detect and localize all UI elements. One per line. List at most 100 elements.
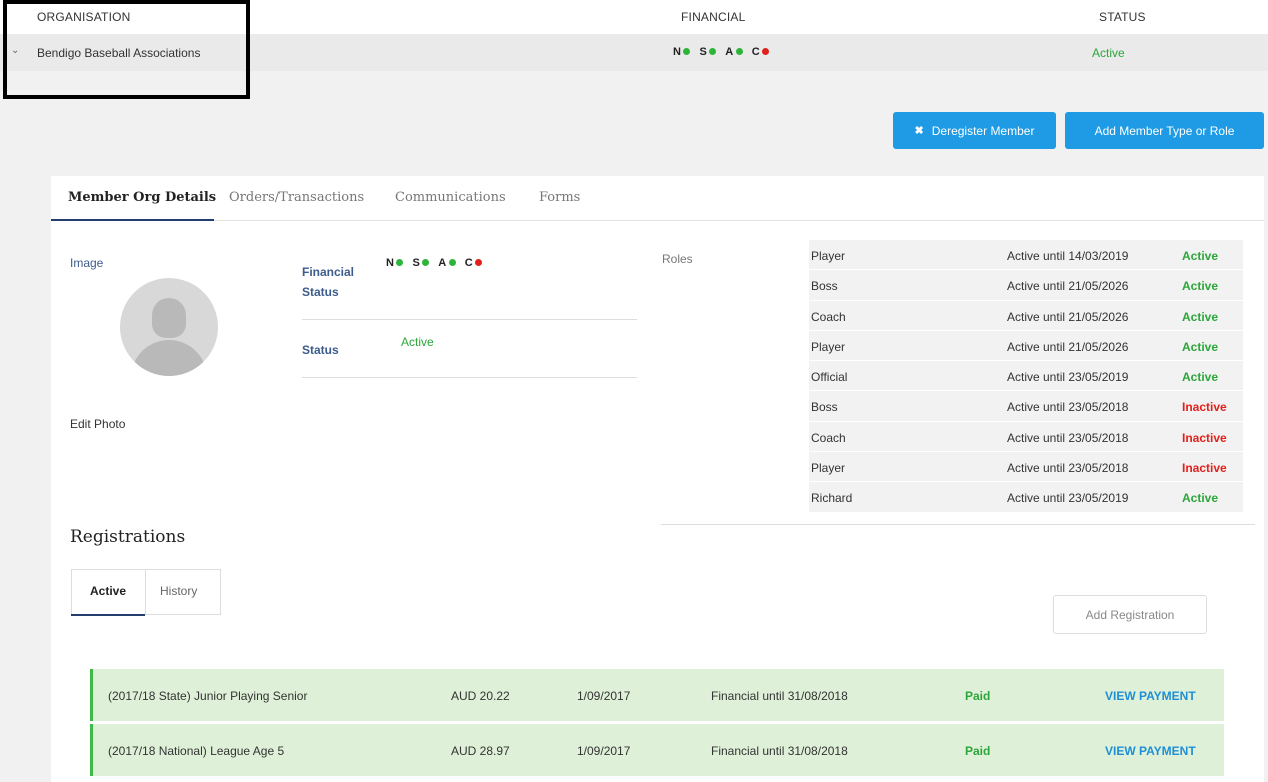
registration-financial: Financial until 31/08/2018: [711, 744, 848, 758]
financial-indicator-letter: A: [438, 257, 447, 269]
add-member-type-button[interactable]: Add Member Type or Role: [1065, 112, 1264, 149]
role-name: Player: [811, 461, 846, 476]
registration-date: 1/09/2017: [577, 744, 631, 758]
role-status: Active: [1182, 279, 1219, 294]
role-until: Active until 23/05/2018: [1007, 430, 1129, 445]
status-dot-icon: [422, 259, 430, 267]
close-icon: ✖: [914, 125, 924, 137]
add-member-type-label: Add Member Type or Role: [1094, 123, 1235, 138]
org-financial-indicators: NSAC: [673, 46, 778, 58]
status-dot-icon: [396, 259, 404, 267]
registration-tabs: Active History: [71, 569, 221, 616]
role-status: Active: [1182, 339, 1219, 354]
registration-amount: AUD 28.97: [451, 744, 510, 758]
role-row: Player Active until 23/05/2018 Inactive: [809, 452, 1243, 483]
registration-amount: AUD 20.22: [451, 689, 510, 703]
role-status: Active: [1182, 370, 1219, 385]
registrations-title: Registrations: [70, 527, 186, 547]
role-name: Coach: [811, 430, 846, 445]
header-financial: FINANCIAL: [681, 10, 746, 24]
financial-indicator: N: [386, 257, 412, 269]
deregister-member-button[interactable]: ✖ Deregister Member: [893, 112, 1056, 149]
add-registration-button[interactable]: Add Registration: [1053, 595, 1207, 634]
status-value: Active: [401, 335, 434, 349]
financial-indicator-letter: S: [699, 46, 708, 58]
role-until: Active until 21/05/2026: [1007, 309, 1129, 324]
role-status: Inactive: [1182, 430, 1227, 445]
role-until: Active until 23/05/2018: [1007, 400, 1129, 415]
active-tab-indicator: [51, 219, 214, 221]
role-until: Active until 23/05/2019: [1007, 491, 1129, 506]
status-dot-icon: [448, 259, 456, 267]
tab-forms[interactable]: Forms: [539, 190, 580, 205]
financial-indicator: A: [438, 257, 464, 269]
role-status: Inactive: [1182, 400, 1227, 415]
status-dot-icon: [709, 48, 717, 56]
edit-photo-link[interactable]: Edit Photo: [70, 417, 125, 431]
status-dot-icon: [762, 48, 770, 56]
org-status: Active: [1092, 46, 1125, 60]
role-name: Boss: [811, 400, 838, 415]
financial-indicator-letter: N: [386, 257, 395, 269]
role-status: Active: [1182, 309, 1219, 324]
role-row: Player Active until 21/05/2026 Active: [809, 330, 1243, 362]
role-name: Player: [811, 249, 846, 263]
financial-status-label: Financial Status: [302, 265, 355, 299]
role-row: Coach Active until 21/05/2026 Active: [809, 300, 1243, 331]
role-until: Active until 14/03/2019: [1007, 249, 1129, 263]
financial-status-indicators: NSAC: [386, 257, 491, 269]
registration-row: (2017/18 National) League Age 5 AUD 28.97…: [90, 724, 1224, 776]
divider: [302, 377, 637, 378]
tab-bar: Member Org Details Orders/Transactions C…: [51, 176, 1264, 221]
status-dot-icon: [735, 48, 743, 56]
financial-indicator: S: [412, 257, 438, 269]
role-until: Active until 21/05/2026: [1007, 279, 1129, 294]
financial-indicator: A: [725, 46, 751, 58]
role-row: Richard Active until 23/05/2019 Active: [809, 482, 1243, 513]
tab-history[interactable]: History: [160, 584, 197, 598]
role-row: Official Active until 23/05/2019 Active: [809, 361, 1243, 392]
financial-indicator-letter: N: [673, 46, 682, 58]
financial-indicator-letter: A: [725, 46, 734, 58]
status-dot-icon: [683, 48, 691, 56]
roles-table: Player Active until 14/03/2019 Active Boss A…: [809, 240, 1243, 513]
member-org-panel: Member Org Details Orders/Transactions C…: [51, 176, 1264, 782]
tab-member-org-details[interactable]: Member Org Details: [68, 190, 216, 205]
registration-name: (2017/18 National) League Age 5: [108, 744, 285, 758]
image-label: Image: [70, 256, 104, 270]
financial-indicator-letter: S: [412, 257, 421, 269]
role-name: Richard: [811, 491, 853, 506]
header-status: STATUS: [1099, 10, 1146, 24]
financial-indicator-letter: C: [464, 257, 474, 269]
view-payment-link[interactable]: VIEW PAYMENT: [1105, 689, 1196, 703]
role-row: Player Active until 14/03/2019 Active: [809, 240, 1243, 271]
registration-status: Paid: [965, 689, 991, 703]
divider: [661, 524, 1255, 525]
registration-status: Paid: [965, 744, 991, 758]
role-row: Boss Active until 23/05/2018 Inactive: [809, 391, 1243, 422]
role-name: Official: [811, 370, 848, 385]
avatar[interactable]: [120, 278, 218, 376]
status-label: Status: [302, 343, 339, 357]
tab-orders-transactions[interactable]: Orders/Transactions: [229, 190, 364, 205]
highlight-box: [3, 0, 250, 99]
deregister-label: Deregister Member: [931, 123, 1035, 138]
active-tab-indicator: [71, 614, 145, 616]
financial-indicator: S: [699, 46, 725, 58]
registration-date: 1/09/2017: [577, 689, 631, 703]
registration-name: (2017/18 State) Junior Playing Senior: [108, 689, 308, 703]
role-until: Active until 23/05/2019: [1007, 370, 1129, 385]
role-status: Inactive: [1182, 461, 1227, 476]
tab-active[interactable]: Active: [90, 584, 126, 598]
view-payment-link[interactable]: VIEW PAYMENT: [1105, 744, 1196, 758]
registration-row: (2017/18 State) Junior Playing Senior AUD…: [90, 669, 1224, 721]
role-row: Coach Active until 23/05/2018 Inactive: [809, 421, 1243, 453]
role-row: Boss Active until 21/05/2026 Active: [809, 270, 1243, 301]
registration-financial: Financial until 31/08/2018: [711, 689, 848, 703]
financial-indicator: C: [465, 257, 491, 269]
roles-label: Roles: [662, 252, 693, 266]
role-until: Active until 23/05/2018: [1007, 461, 1129, 476]
tab-communications[interactable]: Communications: [395, 190, 506, 205]
role-status: Active: [1182, 491, 1219, 506]
financial-indicator: N: [673, 46, 699, 58]
